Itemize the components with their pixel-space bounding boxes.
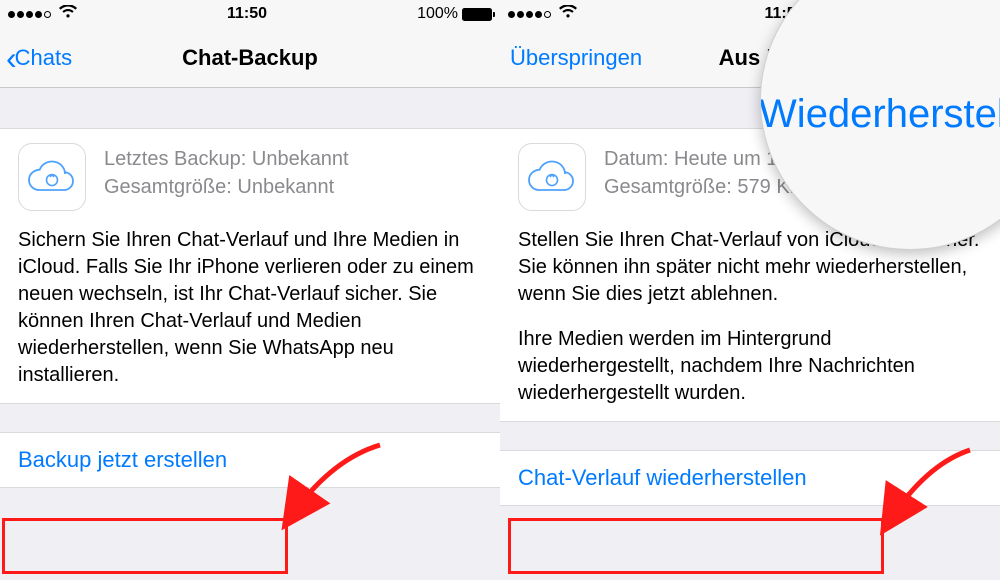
skip-button[interactable]: Überspringen xyxy=(510,45,642,71)
nav-bar: ‹ Chats Chat-Backup xyxy=(0,28,500,88)
backup-description: Sichern Sie Ihren Chat-Verlauf und Ihre … xyxy=(18,227,482,389)
backup-info-card: Letztes Backup: Unbekannt Gesamtgröße: U… xyxy=(0,128,500,404)
page-title: Chat-Backup xyxy=(182,45,318,71)
restore-description: Stellen Sie Ihren Chat-Verlauf von iClou… xyxy=(518,227,982,407)
backup-status-row: Letztes Backup: Unbekannt Gesamtgröße: U… xyxy=(18,143,482,211)
backup-now-row[interactable]: Backup jetzt erstellen xyxy=(0,432,500,488)
battery-icon xyxy=(462,8,492,21)
signal-icon xyxy=(8,11,51,18)
annotation-highlight-rect xyxy=(508,518,884,574)
wifi-icon xyxy=(59,5,77,24)
status-right: 100% xyxy=(417,5,492,23)
screen-restore: 11:50 Überspringen Aus iClou Datum: Heut… xyxy=(500,0,1000,580)
backup-now-button[interactable]: Backup jetzt erstellen xyxy=(18,447,227,472)
status-left xyxy=(8,5,77,24)
back-button[interactable]: ‹ Chats xyxy=(6,42,72,74)
status-bar: 11:50 100% xyxy=(0,0,500,28)
screen-backup: 11:50 100% ‹ Chats Chat-Backup Letztes B… xyxy=(0,0,500,580)
cloud-backup-icon xyxy=(18,143,86,211)
signal-icon xyxy=(508,11,551,18)
restore-now-row[interactable]: Chat-Verlauf wiederherstellen xyxy=(500,450,1000,506)
status-left xyxy=(508,5,577,24)
restore-now-button[interactable]: Chat-Verlauf wiederherstellen xyxy=(518,465,807,490)
backup-status-text: Letztes Backup: Unbekannt Gesamtgröße: U… xyxy=(104,143,349,201)
battery-pct: 100% xyxy=(417,5,458,23)
wifi-icon xyxy=(559,5,577,24)
annotation-highlight-rect xyxy=(2,518,288,574)
magnified-restore-label: Wiederherstelle xyxy=(760,92,1000,137)
cloud-backup-icon xyxy=(518,143,586,211)
back-label: Chats xyxy=(15,45,72,71)
status-time: 11:50 xyxy=(227,5,267,23)
